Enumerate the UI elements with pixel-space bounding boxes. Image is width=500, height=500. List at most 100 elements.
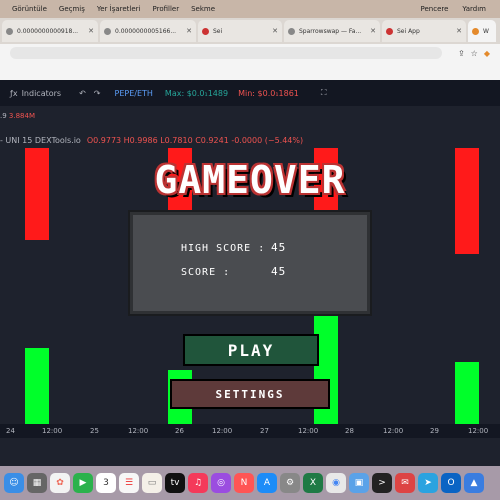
game-over-title: GAMEOVER	[154, 158, 346, 202]
redo-icon[interactable]: ↷	[94, 89, 101, 98]
undo-icon[interactable]: ↶	[79, 89, 86, 98]
axis-tick: 27	[260, 427, 269, 435]
music-icon[interactable]: ♫	[188, 473, 208, 493]
tab-favicon-icon	[472, 27, 479, 35]
high-score-value: 45	[271, 241, 287, 254]
tab-favicon-icon	[6, 27, 13, 35]
browser-tab[interactable]: Sparrowswap — Fa... ✕	[284, 20, 380, 42]
tab-title: Sparrowswap — Fa...	[299, 27, 362, 35]
symbol-label[interactable]: PEPE/ETH	[115, 89, 153, 98]
page-header-gap	[0, 62, 500, 80]
axis-tick: 25	[90, 427, 99, 435]
address-bar-row: ⇪ ☆ ◆	[0, 44, 500, 62]
axis-tick: 28	[345, 427, 354, 435]
axis-tick: 24	[6, 427, 15, 435]
chart-toolbar: ƒx Indicators ↶ ↷ PEPE/ETH Max: $0.0₁148…	[0, 80, 500, 106]
menu-profiles[interactable]: Profiller	[153, 5, 180, 13]
podcasts-icon[interactable]: ◎	[211, 473, 231, 493]
score-value: 45	[271, 265, 287, 278]
macos-dock: ☺ ▦ ✿ ▶ 3 ☰ ▭ tv ♫ ◎ N A ⚙ X ◉ ▣ > ✉ ➤ O…	[0, 466, 500, 500]
indicators-button[interactable]: Indicators	[22, 89, 62, 98]
news-icon[interactable]: N	[234, 473, 254, 493]
axis-tick: 12:00	[42, 427, 63, 435]
time-axis: 24 12:00 25 12:00 26 12:00 27 12:00 28 1…	[0, 424, 500, 438]
close-icon[interactable]: ✕	[456, 27, 462, 35]
settings-button[interactable]: SETTINGS	[170, 379, 330, 409]
pipe-top	[455, 148, 479, 254]
close-icon[interactable]: ✕	[370, 27, 376, 35]
browser-tab[interactable]: Sei ✕	[198, 20, 282, 42]
axis-tick: 29	[430, 427, 439, 435]
menu-history[interactable]: Geçmiş	[59, 5, 85, 13]
excel-icon[interactable]: X	[303, 473, 323, 493]
preview-icon[interactable]: ▣	[349, 473, 369, 493]
appletv-icon[interactable]: tv	[165, 473, 185, 493]
settings-icon[interactable]: ⚙	[280, 473, 300, 493]
axis-tick: 12:00	[128, 427, 149, 435]
volume-info: .9 3.884M	[0, 112, 36, 120]
min-price: Min: $0.0₁1861	[238, 88, 299, 98]
browser-tab[interactable]: 0.0000000000918... ✕	[2, 20, 98, 42]
tab-favicon-icon	[202, 27, 209, 35]
launchpad-icon[interactable]: ▦	[27, 473, 47, 493]
play-button[interactable]: PLAY	[183, 334, 319, 366]
browser-tab-active[interactable]: W	[468, 20, 496, 42]
menu-window[interactable]: Pencere	[421, 5, 449, 13]
volume-value: 3.884M	[8, 112, 36, 120]
vpn-icon[interactable]: ▲	[464, 473, 484, 493]
axis-tick: 12:00	[298, 427, 319, 435]
tab-title: Sei App	[397, 27, 420, 35]
tab-title: 0.0000000005166...	[115, 27, 177, 35]
axis-tick: 26	[175, 427, 184, 435]
outlook-icon[interactable]: O	[441, 473, 461, 493]
pipe-bottom	[455, 362, 479, 424]
pipe-top	[25, 148, 49, 240]
share-icon[interactable]: ⇪	[458, 49, 465, 58]
terminal-icon[interactable]: >	[372, 473, 392, 493]
ohlc-values: O0.9773 H0.9986 L0.7810 C0.9241 -0.0000 …	[86, 136, 304, 145]
menu-bookmarks[interactable]: Yer İşaretleri	[97, 5, 141, 13]
high-score-row: HIGH SCORE : 45	[181, 241, 286, 254]
photos-icon[interactable]: ✿	[50, 473, 70, 493]
menu-help[interactable]: Yardım	[462, 5, 486, 13]
close-icon[interactable]: ✕	[272, 27, 278, 35]
notes-icon[interactable]: ▭	[142, 473, 162, 493]
score-row: SCORE : 45	[181, 265, 286, 278]
appstore-icon[interactable]: A	[257, 473, 277, 493]
max-price: Max: $0.0₁1489	[164, 88, 229, 98]
tab-title: W	[483, 27, 489, 35]
score-label: SCORE :	[181, 267, 231, 278]
telegram-icon[interactable]: ➤	[418, 473, 438, 493]
tab-favicon-icon	[288, 27, 295, 35]
tab-title: Sei	[213, 27, 223, 35]
finder-icon[interactable]: ☺	[4, 473, 24, 493]
tab-favicon-icon	[386, 27, 393, 35]
menu-tab[interactable]: Sekme	[191, 5, 215, 13]
star-icon[interactable]: ☆	[471, 49, 478, 58]
mail-icon[interactable]: ✉	[395, 473, 415, 493]
pipe-bottom	[25, 348, 49, 424]
reminders-icon[interactable]: ☰	[119, 473, 139, 493]
ohlc-info: - UNI 15 DEXTools.io O0.9773 H0.9986 L0.…	[0, 136, 303, 145]
chart-source: - UNI 15 DEXTools.io	[0, 136, 81, 145]
facetime-icon[interactable]: ▶	[73, 473, 93, 493]
macos-menubar: Görüntüle Geçmiş Yer İşaretleri Profille…	[0, 0, 500, 18]
menu-view[interactable]: Görüntüle	[12, 5, 47, 13]
tab-favicon-icon	[104, 27, 111, 35]
address-field[interactable]	[10, 47, 442, 59]
browser-tab[interactable]: Sei App ✕	[382, 20, 466, 42]
close-icon[interactable]: ✕	[186, 27, 192, 35]
fullscreen-icon[interactable]: ⛶	[321, 88, 327, 98]
axis-tick: 12:00	[383, 427, 404, 435]
tab-title: 0.0000000000918...	[17, 27, 79, 35]
calendar-icon[interactable]: 3	[96, 473, 116, 493]
chrome-icon[interactable]: ◉	[326, 473, 346, 493]
high-score-label: HIGH SCORE :	[181, 243, 266, 254]
score-panel: HIGH SCORE : 45 SCORE : 45	[130, 212, 370, 314]
axis-tick: 12:00	[212, 427, 233, 435]
close-icon[interactable]: ✕	[88, 27, 94, 35]
browser-tab[interactable]: 0.0000000005166... ✕	[100, 20, 196, 42]
function-icon[interactable]: ƒx	[10, 89, 18, 98]
browser-tab-bar: 0.0000000000918... ✕ 0.0000000005166... ✕ …	[0, 18, 500, 44]
shield-icon[interactable]: ◆	[484, 49, 490, 58]
